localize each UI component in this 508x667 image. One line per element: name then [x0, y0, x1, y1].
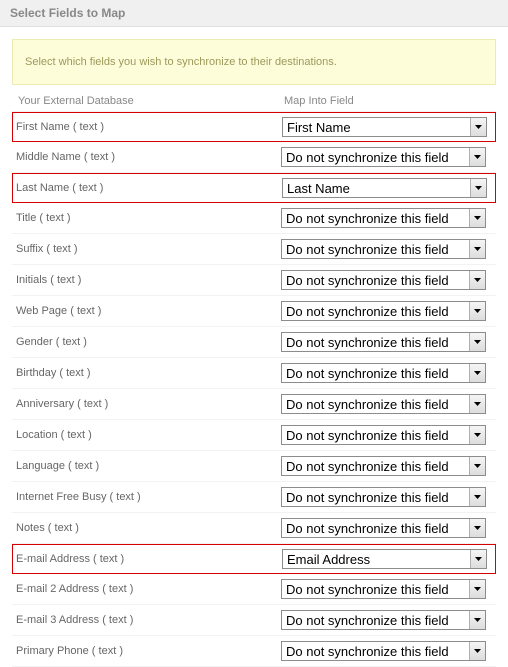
map-select[interactable]: Do not synchronize this field [281, 208, 486, 228]
chevron-down-icon[interactable] [469, 580, 485, 598]
map-select[interactable]: First Name [282, 117, 487, 137]
map-select[interactable]: Do not synchronize this field [281, 332, 486, 352]
field-label: E-mail 3 Address ( text ) [15, 614, 281, 626]
field-label: E-mail Address ( text ) [15, 553, 282, 565]
field-row: Suffix ( text )Do not synchronize this f… [12, 234, 496, 265]
field-label: Anniversary ( text ) [15, 398, 281, 410]
field-row: Language ( text )Do not synchronize this… [12, 451, 496, 482]
map-select-value: Do not synchronize this field [282, 644, 469, 659]
field-label: Internet Free Busy ( text ) [15, 491, 281, 503]
chevron-down-icon[interactable] [469, 209, 485, 227]
map-select-value: Do not synchronize this field [282, 397, 469, 412]
field-label: Birthday ( text ) [15, 367, 281, 379]
map-select-value: Do not synchronize this field [282, 613, 469, 628]
chevron-down-icon[interactable] [470, 118, 486, 136]
map-select-value: Do not synchronize this field [282, 582, 469, 597]
instruction-banner: Select which fields you wish to synchron… [12, 39, 496, 85]
map-select[interactable]: Do not synchronize this field [281, 425, 486, 445]
map-select-value: Do not synchronize this field [282, 428, 469, 443]
chevron-down-icon[interactable] [469, 364, 485, 382]
map-select[interactable]: Do not synchronize this field [281, 301, 486, 321]
field-label: Initials ( text ) [15, 274, 281, 286]
field-row: Web Page ( text )Do not synchronize this… [12, 296, 496, 327]
field-row: E-mail 3 Address ( text )Do not synchron… [12, 605, 496, 636]
map-select[interactable]: Do not synchronize this field [281, 270, 486, 290]
field-label: Web Page ( text ) [15, 305, 281, 317]
map-select-value: Do not synchronize this field [282, 211, 469, 226]
field-label: First Name ( text ) [15, 121, 282, 133]
field-row: Primary Phone ( text )Do not synchronize… [12, 636, 496, 667]
map-select-value: Do not synchronize this field [282, 366, 469, 381]
map-select[interactable]: Do not synchronize this field [281, 641, 486, 661]
map-select[interactable]: Do not synchronize this field [281, 147, 486, 167]
field-row: First Name ( text )First Name [12, 112, 496, 142]
map-select-value: Do not synchronize this field [282, 273, 469, 288]
map-select-value: Email Address [283, 552, 470, 567]
chevron-down-icon[interactable] [470, 550, 486, 568]
chevron-down-icon[interactable] [469, 271, 485, 289]
chevron-down-icon[interactable] [470, 179, 486, 197]
field-label: E-mail 2 Address ( text ) [15, 583, 281, 595]
field-row: Location ( text )Do not synchronize this… [12, 420, 496, 451]
header-external-db: Your External Database [16, 95, 284, 107]
map-select-value: Do not synchronize this field [282, 490, 469, 505]
chevron-down-icon[interactable] [469, 642, 485, 660]
field-row: Title ( text )Do not synchronize this fi… [12, 203, 496, 234]
field-label: Middle Name ( text ) [15, 151, 281, 163]
chevron-down-icon[interactable] [469, 302, 485, 320]
map-select[interactable]: Do not synchronize this field [281, 394, 486, 414]
map-select-value: Last Name [283, 181, 470, 196]
map-select[interactable]: Do not synchronize this field [281, 363, 486, 383]
chevron-down-icon[interactable] [469, 240, 485, 258]
map-select[interactable]: Last Name [282, 178, 487, 198]
field-row: Initials ( text )Do not synchronize this… [12, 265, 496, 296]
map-select[interactable]: Do not synchronize this field [281, 579, 486, 599]
field-label: Primary Phone ( text ) [15, 645, 281, 657]
chevron-down-icon[interactable] [469, 148, 485, 166]
chevron-down-icon[interactable] [469, 488, 485, 506]
field-rows: First Name ( text )First NameMiddle Name… [12, 112, 496, 667]
field-row: Anniversary ( text )Do not synchronize t… [12, 389, 496, 420]
map-select-value: First Name [283, 120, 470, 135]
chevron-down-icon[interactable] [469, 395, 485, 413]
field-row: Gender ( text )Do not synchronize this f… [12, 327, 496, 358]
page-title: Select Fields to Map [0, 0, 508, 27]
field-label: Language ( text ) [15, 460, 281, 472]
field-label: Last Name ( text ) [15, 182, 282, 194]
field-label: Suffix ( text ) [15, 243, 281, 255]
map-select[interactable]: Do not synchronize this field [281, 610, 486, 630]
field-label: Gender ( text ) [15, 336, 281, 348]
field-row: Internet Free Busy ( text )Do not synchr… [12, 482, 496, 513]
field-label: Location ( text ) [15, 429, 281, 441]
map-select-value: Do not synchronize this field [282, 150, 469, 165]
field-row: Birthday ( text )Do not synchronize this… [12, 358, 496, 389]
map-select[interactable]: Do not synchronize this field [281, 487, 486, 507]
map-select-value: Do not synchronize this field [282, 242, 469, 257]
map-select[interactable]: Do not synchronize this field [281, 518, 486, 538]
field-row: Middle Name ( text )Do not synchronize t… [12, 142, 496, 173]
map-select-value: Do not synchronize this field [282, 335, 469, 350]
field-row: E-mail 2 Address ( text )Do not synchron… [12, 574, 496, 605]
column-headers: Your External Database Map Into Field [12, 89, 496, 112]
field-label: Title ( text ) [15, 212, 281, 224]
map-select-value: Do not synchronize this field [282, 459, 469, 474]
map-select[interactable]: Do not synchronize this field [281, 239, 486, 259]
map-select-value: Do not synchronize this field [282, 521, 469, 536]
chevron-down-icon[interactable] [469, 457, 485, 475]
content-area: Select which fields you wish to synchron… [0, 27, 508, 667]
field-row: E-mail Address ( text )Email Address [12, 544, 496, 574]
field-row: Notes ( text )Do not synchronize this fi… [12, 513, 496, 544]
field-label: Notes ( text ) [15, 522, 281, 534]
field-row: Last Name ( text )Last Name [12, 173, 496, 203]
map-select[interactable]: Do not synchronize this field [281, 456, 486, 476]
chevron-down-icon[interactable] [469, 333, 485, 351]
map-select[interactable]: Email Address [282, 549, 487, 569]
chevron-down-icon[interactable] [469, 426, 485, 444]
map-select-value: Do not synchronize this field [282, 304, 469, 319]
header-map-into: Map Into Field [284, 95, 492, 107]
chevron-down-icon[interactable] [469, 519, 485, 537]
